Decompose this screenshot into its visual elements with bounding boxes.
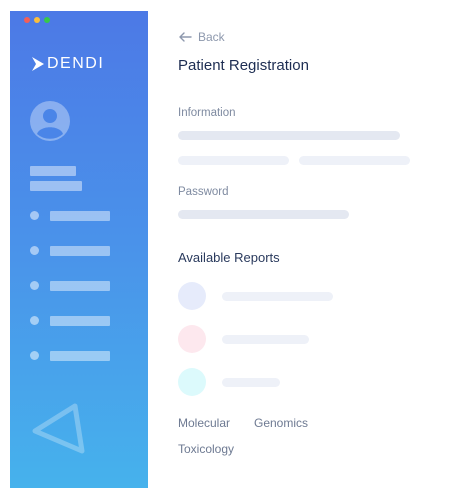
logo[interactable]: DENDI bbox=[31, 55, 104, 73]
password-field[interactable] bbox=[178, 210, 349, 219]
back-label: Back bbox=[198, 30, 225, 44]
information-field-second[interactable] bbox=[299, 156, 410, 165]
nav-label-placeholder bbox=[50, 281, 110, 291]
user-avatar-icon[interactable] bbox=[30, 101, 70, 141]
report-label-placeholder bbox=[222, 292, 333, 301]
nav-dot-icon bbox=[30, 211, 39, 220]
report-icon bbox=[178, 368, 206, 396]
nav-dot-icon bbox=[30, 281, 39, 290]
password-label: Password bbox=[178, 186, 229, 198]
nav-dot-icon bbox=[30, 351, 39, 360]
window-close-button[interactable] bbox=[24, 17, 30, 23]
profile-name-placeholder bbox=[30, 166, 76, 176]
information-label: Information bbox=[178, 107, 236, 119]
nav-label-placeholder bbox=[50, 316, 110, 326]
nav-dot-icon bbox=[30, 316, 39, 325]
information-field[interactable] bbox=[178, 131, 400, 140]
window-maximize-button[interactable] bbox=[44, 17, 50, 23]
page-title: Patient Registration bbox=[178, 57, 309, 74]
nav-label-placeholder bbox=[50, 351, 110, 361]
nav-label-placeholder bbox=[50, 246, 110, 256]
information-field-first[interactable] bbox=[178, 156, 289, 165]
available-reports-heading: Available Reports bbox=[178, 250, 280, 265]
tag-toxicology[interactable]: Toxicology bbox=[178, 442, 234, 456]
logo-text: DENDI bbox=[47, 55, 105, 72]
nav-dot-icon bbox=[30, 246, 39, 255]
main-content: Back Patient Registration Information Pa… bbox=[148, 0, 475, 498]
logo-mark-icon bbox=[32, 57, 44, 71]
report-icon bbox=[178, 282, 206, 310]
report-icon bbox=[178, 325, 206, 353]
sidebar: DENDI bbox=[10, 11, 148, 488]
triangle-decoration-icon bbox=[32, 403, 85, 454]
window-minimize-button[interactable] bbox=[34, 17, 40, 23]
profile-subtitle-placeholder bbox=[30, 181, 82, 191]
tag-genomics[interactable]: Genomics bbox=[254, 416, 308, 430]
arrow-left-icon bbox=[179, 32, 192, 42]
tag-molecular[interactable]: Molecular bbox=[178, 416, 230, 430]
report-label-placeholder bbox=[222, 378, 280, 387]
back-link[interactable]: Back bbox=[178, 30, 225, 44]
report-label-placeholder bbox=[222, 335, 309, 344]
nav-label-placeholder bbox=[50, 211, 110, 221]
